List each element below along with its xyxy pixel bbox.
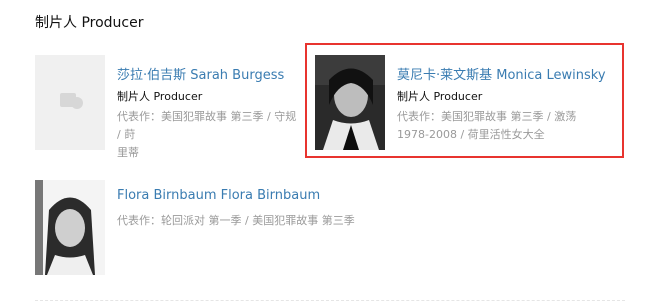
person-name-link[interactable]: 莎拉·伯吉斯 Sarah Burgess: [117, 64, 284, 83]
section-divider: [35, 300, 625, 301]
person-works: 代表作：轮回派对 第一季 / 美国犯罪故事 第三季: [117, 212, 377, 230]
person-role: 制片人 Producer: [117, 90, 203, 103]
portrait-image: [315, 55, 385, 150]
works-line[interactable]: 轮回派对 第一季 / 美国犯罪故事 第三季: [161, 214, 355, 227]
works-line[interactable]: 1978-2008 / 荷里活性女大全: [397, 128, 545, 141]
works-line[interactable]: 里蒂: [117, 146, 139, 159]
person-photo[interactable]: [35, 180, 105, 275]
works-label: 代表作：: [117, 110, 161, 123]
works-line[interactable]: 美国犯罪故事 第三季 / 激荡: [441, 110, 576, 123]
person-works: 代表作：美国犯罪故事 第三季 / 激荡 1978-2008 / 荷里活性女大全: [397, 108, 617, 144]
works-label: 代表作：: [397, 110, 441, 123]
person-works: 代表作：美国犯罪故事 第三季 / 守规 / 莳 里蒂: [117, 108, 297, 162]
section-title: 制片人 Producer: [35, 15, 144, 31]
person-name-link[interactable]: Flora Birnbaum Flora Birnbaum: [117, 188, 320, 203]
works-label: 代表作：: [117, 214, 161, 227]
person-role: 制片人 Producer: [397, 90, 483, 103]
person-photo-placeholder[interactable]: [35, 55, 105, 150]
placeholder-icon: [60, 93, 83, 109]
portrait-image: [35, 180, 105, 275]
person-photo[interactable]: [315, 55, 385, 150]
person-name-link[interactable]: 莫尼卡·莱文斯基 Monica Lewinsky: [397, 64, 606, 83]
